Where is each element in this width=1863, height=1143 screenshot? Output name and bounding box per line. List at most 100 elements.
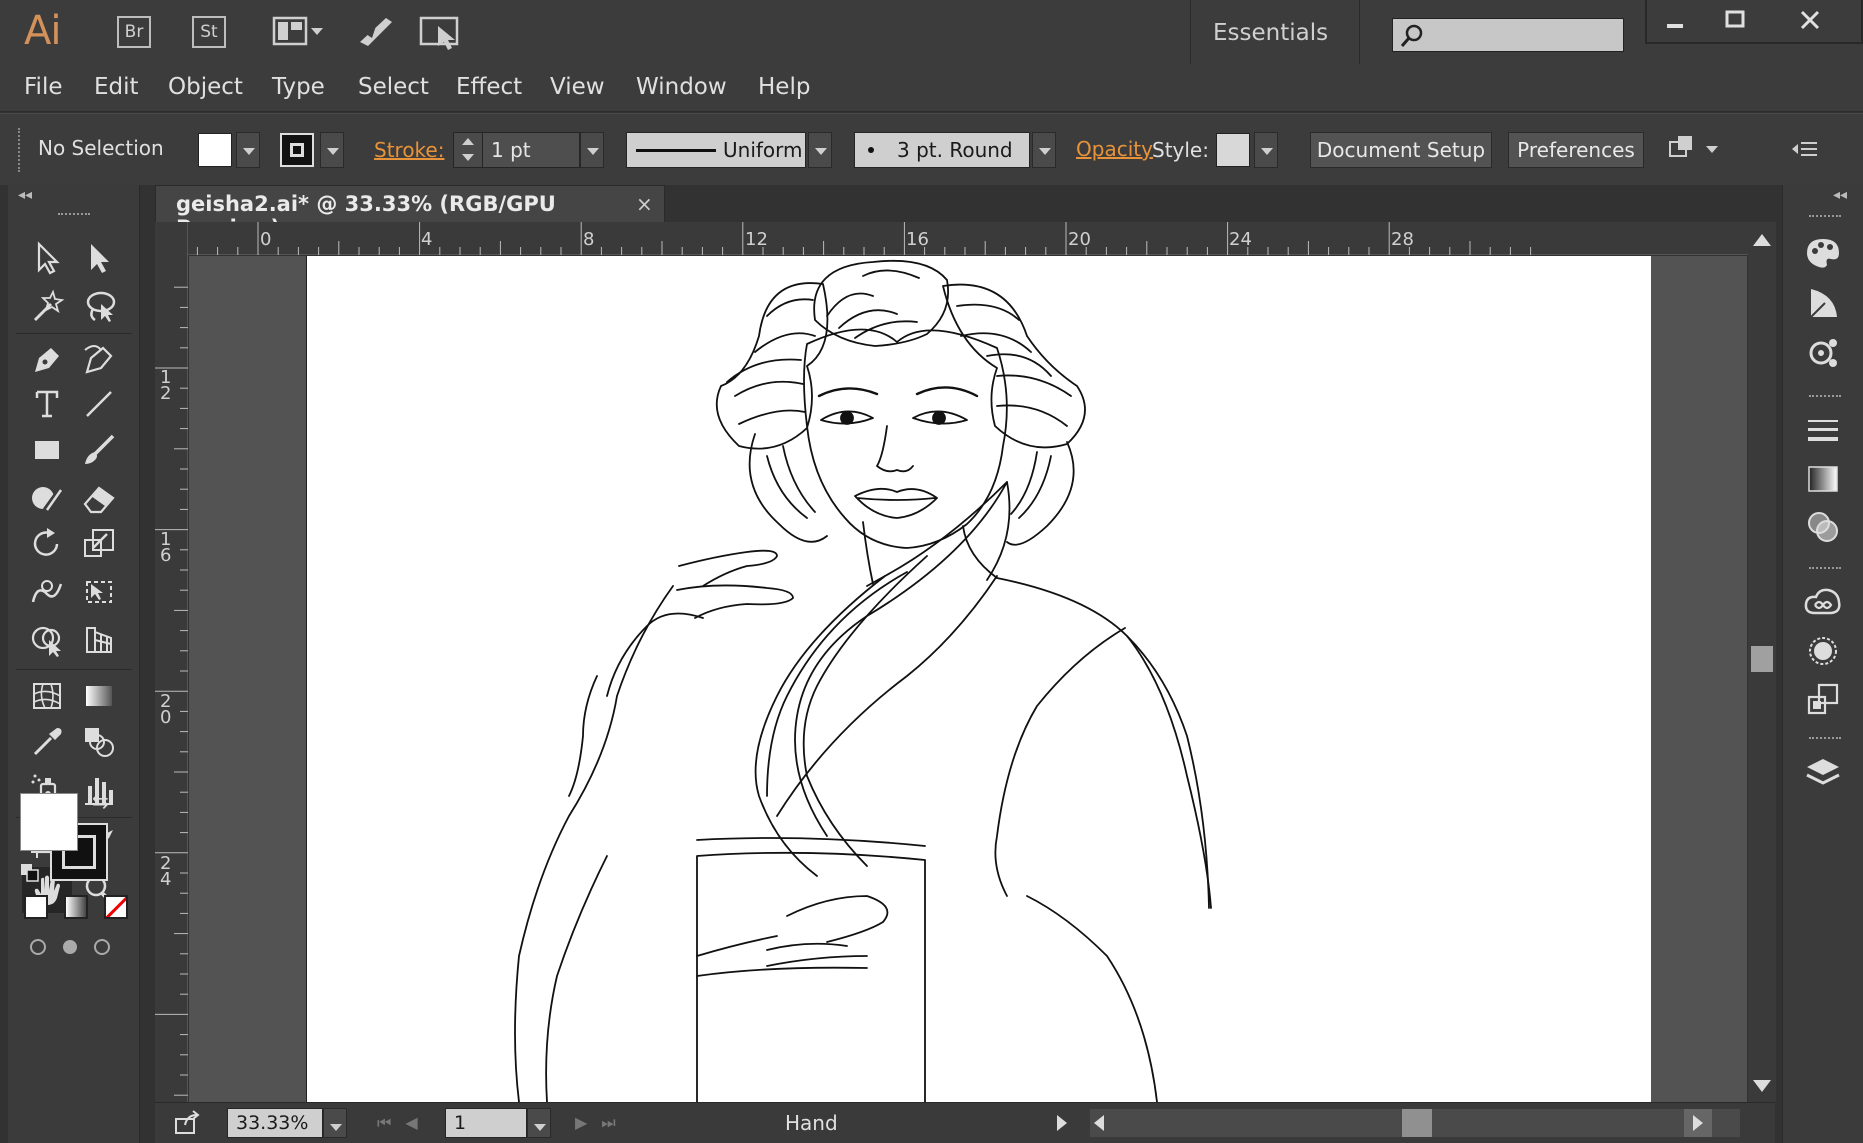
close-tab-icon[interactable]: × (636, 192, 653, 216)
close-button[interactable] (1770, 0, 1850, 40)
direct-selection-tool[interactable] (74, 235, 124, 281)
fill-color-box[interactable] (20, 793, 78, 851)
menu-type[interactable]: Type (272, 74, 325, 100)
line-tool[interactable] (74, 381, 124, 427)
fill-dropdown[interactable] (236, 132, 260, 168)
artboard-number-input[interactable]: 1 (445, 1108, 527, 1138)
scroll-right-button[interactable] (1684, 1109, 1712, 1137)
default-fill-stroke-icon[interactable] (20, 863, 40, 883)
libraries-button[interactable] (1801, 331, 1845, 375)
horizontal-scrollbar[interactable] (1090, 1109, 1740, 1137)
minimize-button[interactable] (1645, 0, 1705, 40)
tools-grip[interactable] (58, 213, 90, 218)
appearance-panel-button[interactable] (1801, 629, 1845, 673)
share-icon[interactable] (173, 1109, 201, 1137)
menu-view[interactable]: View (550, 74, 605, 100)
preferences-button[interactable]: Preferences (1508, 132, 1644, 168)
touch-workspace-icon[interactable] (418, 12, 462, 52)
menu-help[interactable]: Help (758, 74, 810, 100)
gradient-tool[interactable] (74, 673, 124, 719)
stroke-label[interactable]: Stroke: (374, 138, 444, 162)
gpu-performance-icon[interactable] (356, 12, 396, 52)
menu-file[interactable]: File (24, 74, 63, 100)
bridge-button[interactable]: Br (117, 16, 151, 48)
layers-panel-button[interactable] (1801, 751, 1845, 795)
document-tab[interactable]: geisha2.ai* @ 33.33% (RGB/GPU Preview) × (155, 185, 665, 240)
stroke-weight-input[interactable]: 1 pt (482, 132, 580, 168)
selection-tool[interactable] (22, 235, 72, 281)
collapse-panel-icon[interactable]: ◂◂ (18, 187, 32, 203)
graphic-style-swatch[interactable] (1216, 133, 1250, 167)
stroke-weight-stepper[interactable] (453, 132, 483, 168)
transparency-panel-button[interactable] (1801, 505, 1845, 549)
zoom-dropdown[interactable] (323, 1108, 347, 1138)
gradient-panel-button[interactable] (1801, 457, 1845, 501)
help-search-input[interactable] (1392, 18, 1624, 52)
rectangle-tool[interactable] (22, 427, 72, 473)
stock-button[interactable]: St (192, 16, 226, 48)
graphic-style-dropdown[interactable] (1254, 132, 1278, 168)
blend-tool[interactable] (74, 719, 124, 765)
brush-dropdown[interactable] (1032, 132, 1056, 168)
warp-tool[interactable] (22, 569, 72, 615)
dock-grip-2[interactable] (1809, 395, 1841, 400)
creative-cloud-button[interactable] (1801, 581, 1845, 625)
dock-grip-3[interactable] (1809, 567, 1841, 572)
scroll-left-icon[interactable] (1094, 1115, 1104, 1131)
color-mode-button[interactable] (24, 895, 48, 919)
stroke-weight-dropdown[interactable] (580, 132, 604, 168)
gradient-mode-button[interactable] (64, 895, 88, 919)
canvas-area[interactable] (189, 256, 1747, 1102)
eraser-tool[interactable] (74, 475, 124, 521)
profile-dropdown[interactable] (808, 132, 832, 168)
horizontal-ruler[interactable]: 0 4 8 12 16 20 24 28 (188, 222, 1748, 255)
rotate-tool[interactable] (22, 521, 72, 567)
zoom-level-input[interactable]: 33.33% (227, 1108, 323, 1138)
none-mode-button[interactable] (104, 895, 128, 919)
menu-effect[interactable]: Effect (456, 74, 522, 100)
vertical-scroll-thumb[interactable] (1751, 646, 1773, 672)
fill-swatch[interactable] (198, 133, 232, 167)
maximize-button[interactable] (1705, 0, 1765, 40)
eyedropper-tool[interactable] (22, 719, 72, 765)
vertical-scrollbar[interactable] (1748, 222, 1776, 1102)
status-menu-icon[interactable] (1057, 1115, 1067, 1131)
opacity-label[interactable]: Opacity (1076, 137, 1153, 161)
control-bar-grip[interactable] (18, 128, 22, 172)
artboard-nav-next[interactable]: ▶⏭ (575, 1113, 630, 1133)
paintbrush-tool[interactable] (74, 427, 124, 473)
free-transform-tool[interactable] (74, 569, 124, 615)
arrange-icon[interactable] (1664, 132, 1724, 168)
document-setup-button[interactable]: Document Setup (1310, 132, 1492, 168)
dock-grip-1[interactable] (1809, 215, 1841, 220)
scroll-down-icon[interactable] (1753, 1080, 1771, 1092)
vertical-ruler[interactable]: 1 2 1 6 2 0 2 4 (155, 222, 188, 1102)
color-panel-button[interactable] (1801, 231, 1845, 275)
artboard[interactable] (306, 256, 1651, 1102)
scale-tool[interactable] (74, 521, 124, 567)
scroll-up-icon[interactable] (1753, 234, 1771, 246)
swap-fill-stroke-icon[interactable]: ⇆ (92, 789, 109, 813)
menu-object[interactable]: Object (168, 74, 243, 100)
artboard-dropdown[interactable] (527, 1108, 551, 1138)
curvature-tool[interactable] (74, 335, 124, 381)
geisha-illustration[interactable] (307, 256, 1651, 1102)
color-guide-button[interactable] (1801, 281, 1845, 325)
workspace-switcher[interactable]: Essentials ▼ (1190, 0, 1360, 110)
pen-tool[interactable] (22, 335, 72, 381)
lasso-tool[interactable] (74, 283, 124, 329)
brush-definition[interactable]: 3 pt. Round (854, 132, 1030, 168)
stroke-swatch[interactable] (280, 133, 314, 167)
perspective-grid-tool[interactable] (74, 617, 124, 663)
menu-select[interactable]: Select (358, 74, 429, 100)
draw-modes[interactable] (24, 935, 134, 955)
menu-edit[interactable]: Edit (94, 74, 139, 100)
asset-export-button[interactable] (1801, 677, 1845, 721)
dock-grip-4[interactable] (1809, 737, 1841, 742)
magic-wand-tool[interactable] (22, 283, 72, 329)
shape-builder-tool[interactable] (22, 617, 72, 663)
artboard-nav-prev[interactable]: ⏮◀ (377, 1113, 432, 1133)
panel-menu-icon[interactable] (1790, 134, 1820, 164)
arrange-documents-icon[interactable] (272, 12, 324, 52)
menu-window[interactable]: Window (636, 74, 727, 100)
